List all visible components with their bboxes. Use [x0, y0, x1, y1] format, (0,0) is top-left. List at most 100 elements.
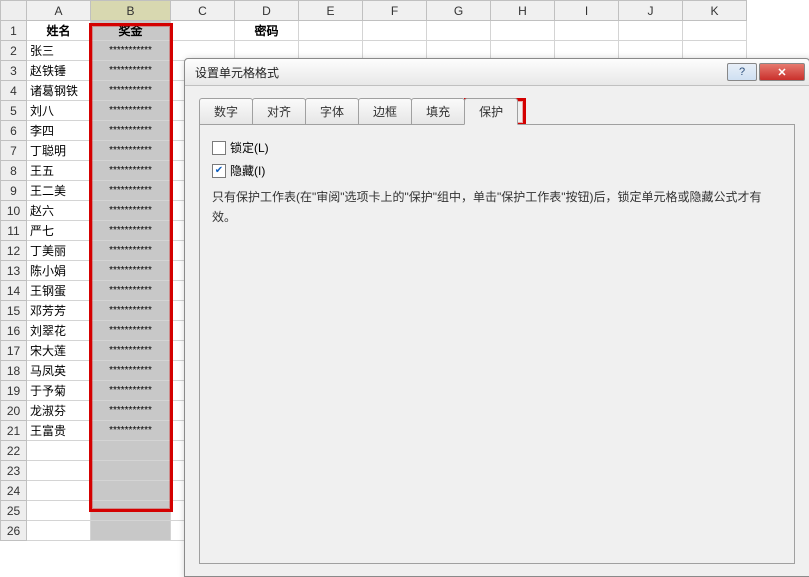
row-head-5[interactable]: 5	[1, 101, 27, 121]
cell-A14[interactable]: 王钢蛋	[27, 281, 91, 301]
row-head-7[interactable]: 7	[1, 141, 27, 161]
cell-E1[interactable]	[299, 21, 363, 41]
row-head-20[interactable]: 20	[1, 401, 27, 421]
row-head-23[interactable]: 23	[1, 461, 27, 481]
cell-D1[interactable]: 密码	[235, 21, 299, 41]
row-head-13[interactable]: 13	[1, 261, 27, 281]
cell-A24[interactable]	[27, 481, 91, 501]
col-head-k[interactable]: K	[683, 1, 747, 21]
dialog-titlebar[interactable]: 设置单元格格式 ? ✕	[185, 59, 809, 86]
tab-4[interactable]: 填充	[411, 98, 465, 125]
col-head-i[interactable]: I	[555, 1, 619, 21]
cell-B12[interactable]: ***********	[91, 241, 171, 261]
cell-A4[interactable]: 诸葛钢铁	[27, 81, 91, 101]
cell-A6[interactable]: 李四	[27, 121, 91, 141]
row-head-12[interactable]: 12	[1, 241, 27, 261]
cell-A1[interactable]: 姓名	[27, 21, 91, 41]
row-head-14[interactable]: 14	[1, 281, 27, 301]
cell-K1[interactable]	[683, 21, 747, 41]
col-head-b[interactable]: B	[91, 1, 171, 21]
cell-B26[interactable]	[91, 521, 171, 541]
hide-checkbox[interactable]: ✔	[212, 164, 226, 178]
cell-B8[interactable]: ***********	[91, 161, 171, 181]
cell-A18[interactable]: 马凤英	[27, 361, 91, 381]
cell-B16[interactable]: ***********	[91, 321, 171, 341]
row-head-4[interactable]: 4	[1, 81, 27, 101]
help-button[interactable]: ?	[727, 63, 757, 81]
col-head-a[interactable]: A	[27, 1, 91, 21]
row-head-16[interactable]: 16	[1, 321, 27, 341]
row-head-22[interactable]: 22	[1, 441, 27, 461]
row-head-19[interactable]: 19	[1, 381, 27, 401]
cell-B7[interactable]: ***********	[91, 141, 171, 161]
cell-G1[interactable]	[427, 21, 491, 41]
cell-B13[interactable]: ***********	[91, 261, 171, 281]
cell-B15[interactable]: ***********	[91, 301, 171, 321]
cell-B19[interactable]: ***********	[91, 381, 171, 401]
row-head-6[interactable]: 6	[1, 121, 27, 141]
tab-5[interactable]: 保护	[464, 98, 518, 125]
cell-A20[interactable]: 龙淑芬	[27, 401, 91, 421]
col-head-c[interactable]: C	[171, 1, 235, 21]
tab-2[interactable]: 字体	[305, 98, 359, 125]
row-head-3[interactable]: 3	[1, 61, 27, 81]
cell-B20[interactable]: ***********	[91, 401, 171, 421]
cell-A12[interactable]: 丁美丽	[27, 241, 91, 261]
row-head-17[interactable]: 17	[1, 341, 27, 361]
cell-A19[interactable]: 于予菊	[27, 381, 91, 401]
row-head-25[interactable]: 25	[1, 501, 27, 521]
cell-A3[interactable]: 赵铁锤	[27, 61, 91, 81]
cell-B17[interactable]: ***********	[91, 341, 171, 361]
row-head-21[interactable]: 21	[1, 421, 27, 441]
tab-3[interactable]: 边框	[358, 98, 412, 125]
cell-A10[interactable]: 赵六	[27, 201, 91, 221]
tab-1[interactable]: 对齐	[252, 98, 306, 125]
cell-B11[interactable]: ***********	[91, 221, 171, 241]
lock-checkbox[interactable]	[212, 141, 226, 155]
col-head-d[interactable]: D	[235, 1, 299, 21]
cell-B24[interactable]	[91, 481, 171, 501]
col-head-j[interactable]: J	[619, 1, 683, 21]
cell-H1[interactable]	[491, 21, 555, 41]
close-button[interactable]: ✕	[759, 63, 805, 81]
cell-A25[interactable]	[27, 501, 91, 521]
cell-A22[interactable]	[27, 441, 91, 461]
row-head-24[interactable]: 24	[1, 481, 27, 501]
cell-B5[interactable]: ***********	[91, 101, 171, 121]
cell-B10[interactable]: ***********	[91, 201, 171, 221]
col-head-e[interactable]: E	[299, 1, 363, 21]
cell-A15[interactable]: 邓芳芳	[27, 301, 91, 321]
row-head-2[interactable]: 2	[1, 41, 27, 61]
cell-B14[interactable]: ***********	[91, 281, 171, 301]
tab-0[interactable]: 数字	[199, 98, 253, 125]
row-head-15[interactable]: 15	[1, 301, 27, 321]
cell-A16[interactable]: 刘翠花	[27, 321, 91, 341]
col-head-g[interactable]: G	[427, 1, 491, 21]
cell-A5[interactable]: 刘八	[27, 101, 91, 121]
col-head-f[interactable]: F	[363, 1, 427, 21]
cell-B3[interactable]: ***********	[91, 61, 171, 81]
cell-B22[interactable]	[91, 441, 171, 461]
cell-A26[interactable]	[27, 521, 91, 541]
cell-C1[interactable]	[171, 21, 235, 41]
cell-B21[interactable]: ***********	[91, 421, 171, 441]
cell-B2[interactable]: ***********	[91, 41, 171, 61]
select-all-corner[interactable]	[1, 1, 27, 21]
cell-I1[interactable]	[555, 21, 619, 41]
cell-A2[interactable]: 张三	[27, 41, 91, 61]
row-head-8[interactable]: 8	[1, 161, 27, 181]
cell-J1[interactable]	[619, 21, 683, 41]
cell-F1[interactable]	[363, 21, 427, 41]
row-head-18[interactable]: 18	[1, 361, 27, 381]
cell-A8[interactable]: 王五	[27, 161, 91, 181]
cell-A9[interactable]: 王二美	[27, 181, 91, 201]
row-head-1[interactable]: 1	[1, 21, 27, 41]
cell-B6[interactable]: ***********	[91, 121, 171, 141]
col-head-h[interactable]: H	[491, 1, 555, 21]
cell-A23[interactable]	[27, 461, 91, 481]
row-head-9[interactable]: 9	[1, 181, 27, 201]
row-head-26[interactable]: 26	[1, 521, 27, 541]
cell-B18[interactable]: ***********	[91, 361, 171, 381]
row-head-11[interactable]: 11	[1, 221, 27, 241]
cell-A7[interactable]: 丁聪明	[27, 141, 91, 161]
